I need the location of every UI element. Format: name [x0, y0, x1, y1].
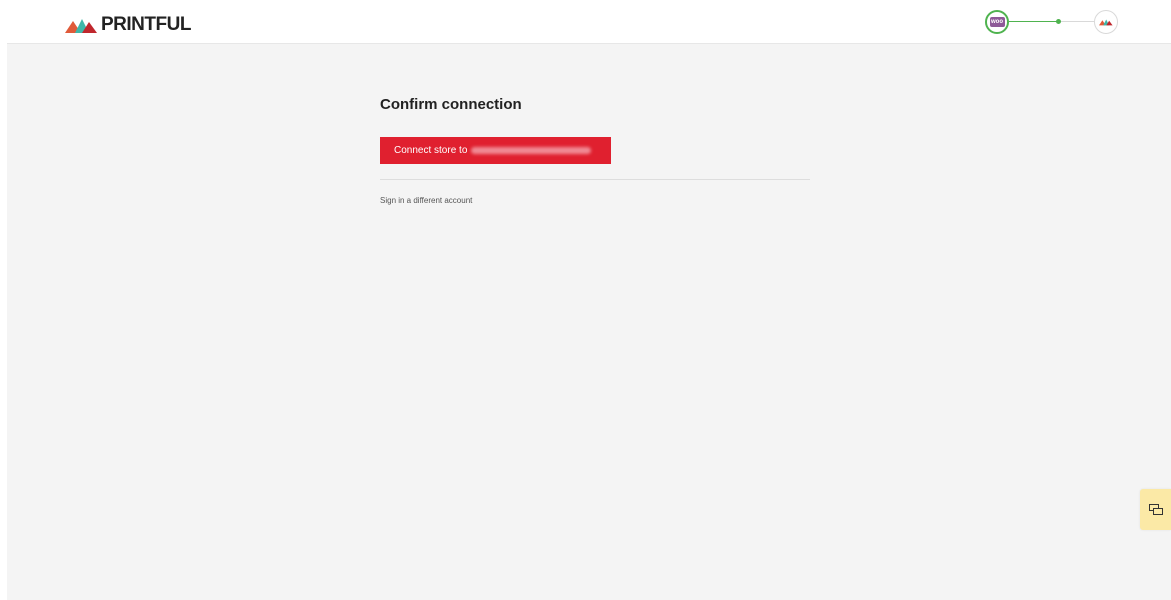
confirm-panel: Confirm connection Connect store to Sign… — [380, 94, 810, 205]
page-title: Confirm connection — [380, 96, 522, 113]
progress-line-complete — [1009, 21, 1057, 22]
chat-icon — [1148, 503, 1163, 515]
page-frame: PRINTFUL woo Confirm connection Connect … — [7, 0, 1171, 600]
progress-line-pending — [1061, 21, 1094, 22]
divider — [380, 179, 810, 180]
connect-store-button[interactable]: Connect store to — [380, 137, 611, 164]
connection-progress: woo — [982, 10, 1132, 38]
printful-step-icon — [1099, 19, 1113, 26]
sign-in-different-account-link[interactable]: Sign in a different account — [380, 196, 472, 205]
chat-button[interactable] — [1140, 489, 1171, 530]
woocommerce-icon: woo — [989, 17, 1005, 27]
logo-text: PRINTFUL — [101, 14, 191, 35]
redacted-email — [471, 147, 592, 154]
step-woocommerce: woo — [985, 10, 1009, 34]
top-bar: PRINTFUL woo — [7, 0, 1171, 44]
printful-logo-icon — [65, 19, 97, 33]
printful-logo[interactable]: PRINTFUL — [65, 14, 191, 36]
step-printful — [1094, 10, 1118, 34]
connect-button-label: Connect store to — [394, 145, 468, 156]
